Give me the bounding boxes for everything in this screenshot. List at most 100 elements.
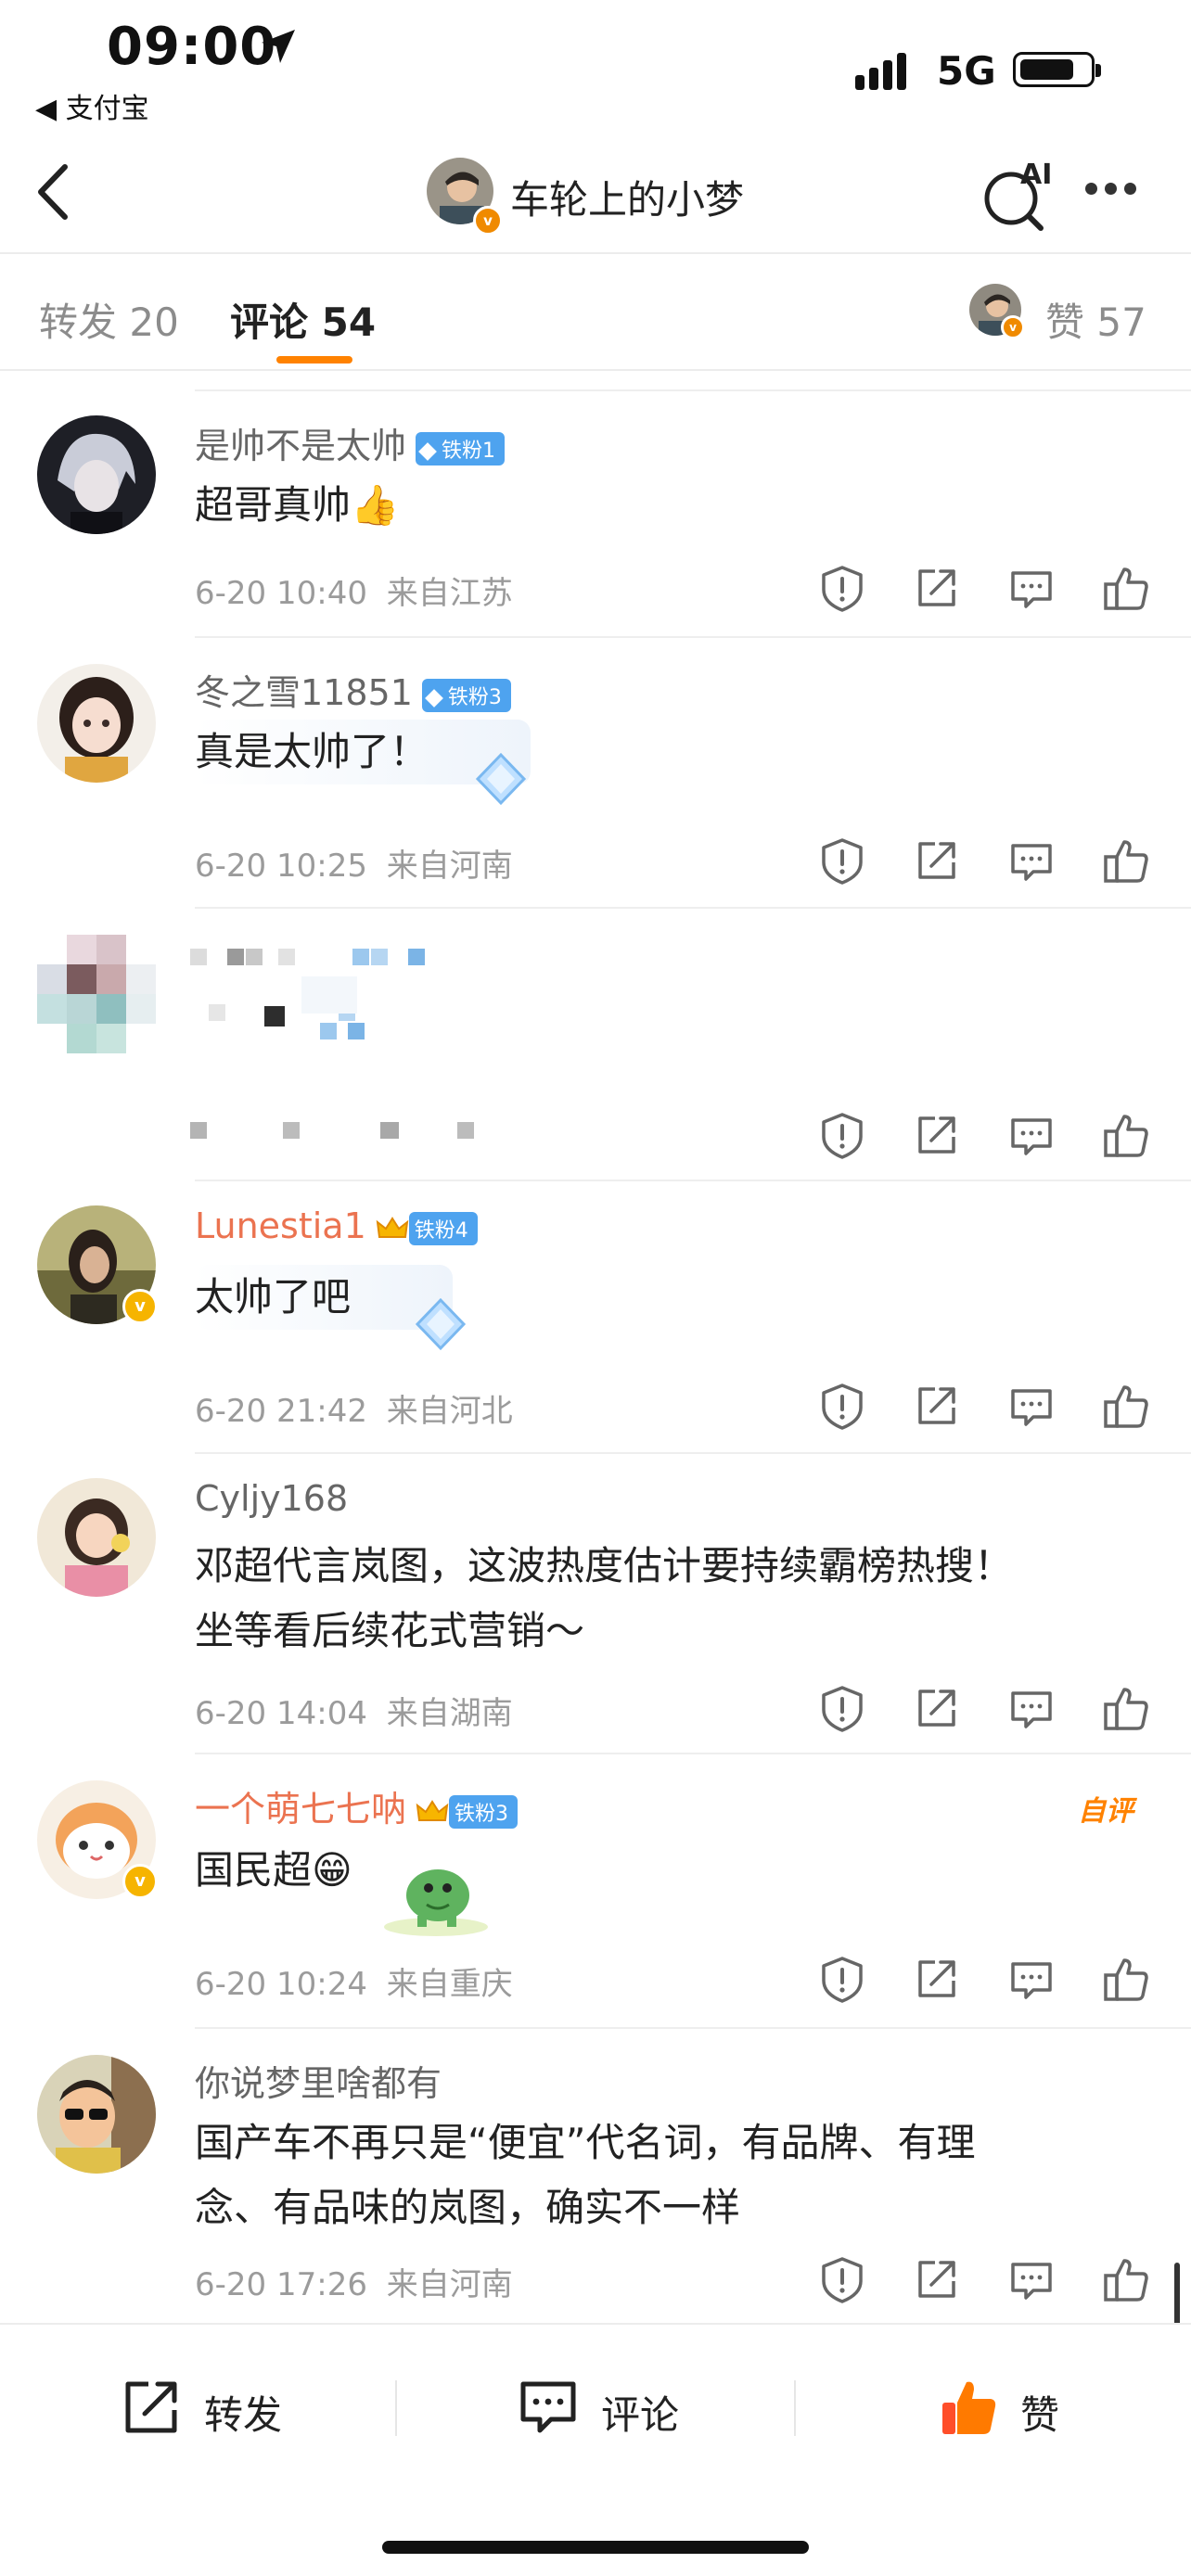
blurred-avatar: [37, 935, 156, 1053]
like-icon[interactable]: [1100, 2253, 1152, 2305]
username[interactable]: 冬之雪11851 铁粉3: [195, 664, 511, 715]
verified-badge-icon: v: [122, 1289, 158, 1324]
fan-badge: 铁粉3: [421, 678, 511, 712]
reply-icon[interactable]: [1005, 1109, 1057, 1161]
like-icon[interactable]: [1100, 1682, 1152, 1734]
comment-time: 6-20 17:26: [195, 2266, 367, 2303]
active-tab-indicator: [276, 356, 352, 363]
fan-badge: 铁粉1: [416, 431, 506, 465]
comment-actions: [816, 1682, 1150, 1734]
reply-icon[interactable]: [1005, 562, 1057, 614]
back-chevron-icon[interactable]: [28, 159, 83, 224]
reply-icon[interactable]: [1005, 1682, 1057, 1734]
repost-icon: [125, 2381, 177, 2433]
blurred-meta: [190, 1122, 474, 1139]
report-icon[interactable]: [816, 562, 868, 614]
share-icon[interactable]: [911, 1953, 963, 2005]
reply-icon[interactable]: [1005, 1380, 1057, 1432]
divider: [195, 1180, 1191, 1181]
like-icon[interactable]: [1100, 835, 1152, 886]
fan-badge-label: 铁粉3: [447, 685, 502, 709]
more-dots-icon[interactable]: [1085, 181, 1150, 199]
comment-meta: 6-20 14:04 来自湖南: [195, 1688, 513, 1733]
back-to-app-link[interactable]: ◀ 支付宝: [35, 85, 149, 126]
share-icon[interactable]: [911, 1682, 963, 1734]
like-icon[interactable]: [1100, 1109, 1152, 1161]
tab-reposts-count: 20: [129, 300, 179, 345]
comment-text: 超哥真帅👍: [195, 482, 400, 528]
fan-badge: 铁粉3: [449, 1794, 519, 1829]
reply-icon[interactable]: [1005, 1953, 1057, 2005]
report-icon[interactable]: [816, 1953, 868, 2005]
page-title: 车轮上的小梦: [510, 177, 745, 223]
diamond-decoration-icon: [415, 1297, 467, 1351]
avatar[interactable]: [37, 2055, 156, 2174]
comment-meta: 6-20 21:42 来自河北: [195, 1385, 513, 1431]
comment-time: 6-20 21:42: [195, 1393, 367, 1430]
username[interactable]: Lunestia1 铁粉4: [195, 1205, 478, 1246]
like-label: 赞: [1020, 2392, 1060, 2438]
like-button[interactable]: 赞: [937, 2375, 1122, 2440]
tab-comments-count: 54: [321, 300, 377, 345]
username[interactable]: 你说梦里啥都有: [195, 2055, 442, 2106]
comment-text-line: 念、有品味的岚图，确实不一样: [195, 2185, 741, 2230]
avatar[interactable]: [37, 415, 156, 534]
verified-badge-icon: v: [473, 206, 503, 236]
report-icon[interactable]: [816, 1682, 868, 1734]
nav-bar: v 车轮上的小梦 AI: [0, 139, 1191, 250]
thumbs-up-icon: [942, 2381, 996, 2434]
comment-location: 来自河北: [386, 1393, 513, 1430]
ai-label: AI: [1020, 159, 1052, 191]
tab-likes[interactable]: v 赞 57: [969, 284, 1164, 345]
share-icon[interactable]: [911, 835, 963, 886]
divider: [195, 636, 1191, 638]
home-indicator[interactable]: [382, 2541, 809, 2554]
username[interactable]: 是帅不是太帅 铁粉1: [195, 417, 506, 468]
comment-text-line: 邓超代言岚图，这波热度估计要持续霸榜热搜！: [195, 1543, 1014, 1588]
share-icon[interactable]: [911, 1109, 963, 1161]
divider: [195, 2027, 1191, 2029]
dinosaur-sticker-icon: [384, 1869, 488, 1936]
report-icon[interactable]: [816, 835, 868, 886]
comment-time: 6-20 14:04: [195, 1695, 367, 1732]
avatar[interactable]: [37, 1478, 156, 1597]
comment-actions: [816, 1953, 1150, 2005]
share-icon[interactable]: [911, 562, 963, 614]
username[interactable]: 一个萌七七呐 铁粉3: [195, 1780, 519, 1831]
like-icon[interactable]: [1100, 1380, 1152, 1432]
fan-badge-label: 铁粉1: [442, 439, 496, 463]
crown-icon: [416, 1799, 449, 1821]
verified-badge-icon: v: [1001, 315, 1025, 339]
comment-time: 6-20 10:25: [195, 848, 367, 885]
report-icon[interactable]: [816, 2253, 868, 2305]
reply-icon[interactable]: [1005, 835, 1057, 886]
comment-time: 6-20 10:24: [195, 1966, 367, 2003]
report-icon[interactable]: [816, 1380, 868, 1432]
comment-time: 6-20 10:40: [195, 575, 367, 612]
divider: [195, 389, 1191, 391]
share-icon[interactable]: [911, 2253, 963, 2305]
status-time: 09:00: [107, 17, 277, 77]
avatar[interactable]: [37, 664, 156, 783]
share-icon[interactable]: [911, 1380, 963, 1432]
tab-reposts[interactable]: 转发 20: [39, 291, 179, 348]
like-icon[interactable]: [1100, 1953, 1152, 2005]
comment-actions: [816, 835, 1150, 886]
comment-actions: [816, 2253, 1150, 2305]
like-icon[interactable]: [1100, 562, 1152, 614]
report-icon[interactable]: [816, 1109, 868, 1161]
signal-icon: [855, 53, 906, 90]
tab-likes-text: 赞 57: [1045, 291, 1146, 348]
username-text: 冬之雪11851: [195, 672, 413, 713]
username[interactable]: Cyljy168: [195, 1478, 348, 1519]
divider: [195, 1452, 1191, 1454]
blurred-comment: [190, 949, 425, 1039]
tab-comments[interactable]: 评论 54: [230, 291, 376, 348]
comment-actions: [816, 1109, 1150, 1161]
ai-search-icon[interactable]: AI: [974, 158, 1057, 232]
reply-icon[interactable]: [1005, 2253, 1057, 2305]
repost-button[interactable]: 转发: [121, 2375, 352, 2440]
comment-button[interactable]: 评论: [518, 2375, 749, 2440]
scrollbar[interactable]: [1174, 2263, 1180, 2327]
comment-location: 来自重庆: [386, 1966, 513, 2003]
